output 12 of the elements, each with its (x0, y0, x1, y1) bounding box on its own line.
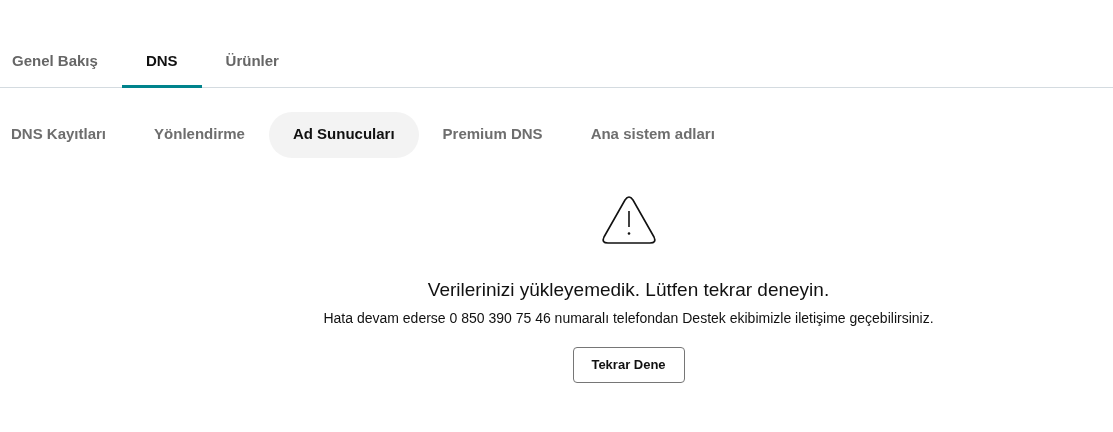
error-title: Verilerinizi yükleyemedik. Lütfen tekrar deneyin. (427, 277, 830, 302)
subnav-tab[interactable]: DNS Kayıtları (0, 111, 131, 158)
nav-tab[interactable]: DNS (121, 20, 202, 88)
nav-tab[interactable]: Genel Bakış (0, 20, 122, 88)
subnav-tab[interactable]: Ad Sunucuları (268, 111, 419, 158)
error-message: Hata devam ederse 0 850 390 75 46 numaralı telefondan Destek ekibimizle iletişime geçebilirsiniz. (323, 309, 934, 328)
subnav-tab[interactable]: Premium DNS (418, 111, 567, 158)
subnav-tab[interactable]: Yönlendirme (130, 111, 269, 158)
warning-icon (600, 195, 657, 246)
subnav-tab[interactable]: Ana sistem adları (566, 111, 739, 158)
retry-button[interactable]: Tekrar Dene (572, 347, 685, 383)
nav-tab[interactable]: Ürünler (201, 20, 303, 88)
